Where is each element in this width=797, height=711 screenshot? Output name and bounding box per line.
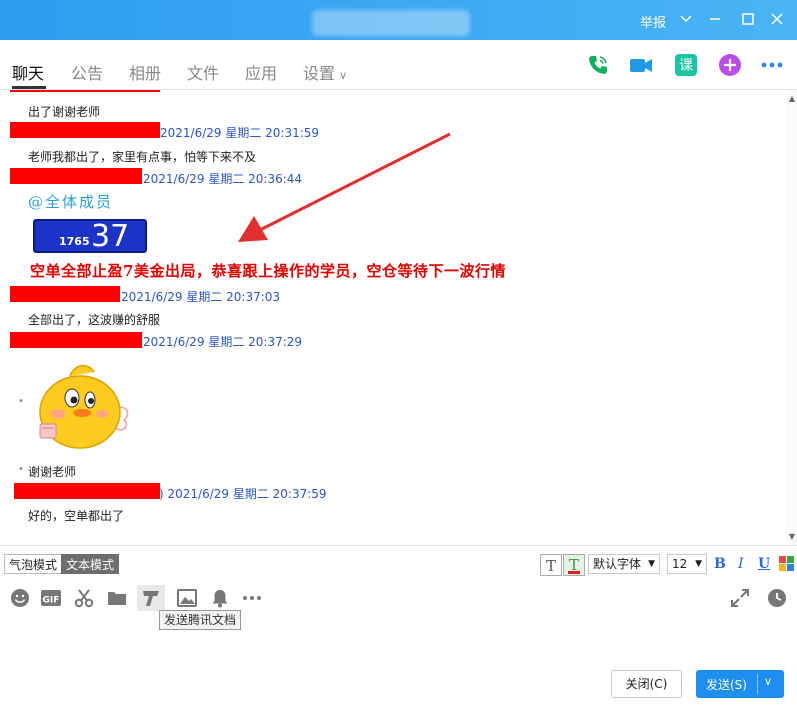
input-toolbar: 气泡模式 文本模式 T T 默认字体 ▼ 12 ▼ B I U xyxy=(0,545,797,579)
chat-message: 老师我都出了，家里有点事，怕等下来不及 xyxy=(28,150,257,164)
bubble-mode-button[interactable]: 气泡模式 xyxy=(4,554,63,574)
chat-message: 好的，空单都出了 xyxy=(28,509,125,523)
svg-text:课: 课 xyxy=(679,58,693,74)
svg-text:T: T xyxy=(546,557,556,575)
window-title-blurred xyxy=(312,10,470,36)
tab-settings-label: 设置 xyxy=(303,64,336,83)
maximize-icon[interactable] xyxy=(737,8,759,30)
minimize-icon[interactable] xyxy=(704,8,726,30)
chevron-down-icon: ∨ xyxy=(339,69,348,82)
redacted-name xyxy=(10,122,160,138)
font-size-select[interactable]: 12 ▼ xyxy=(667,554,707,574)
bell-icon[interactable] xyxy=(209,587,231,609)
svg-text:GIF: GIF xyxy=(43,596,60,606)
redacted-name xyxy=(10,90,160,92)
scroll-down-icon[interactable]: ▼ xyxy=(789,532,795,541)
folder-icon[interactable] xyxy=(106,587,128,609)
price-big-number: 37 xyxy=(91,219,130,254)
redacted-name xyxy=(14,483,160,499)
chevron-down-icon: ▼ xyxy=(695,559,702,569)
more-icon[interactable] xyxy=(759,52,785,78)
send-button[interactable]: 发送(S) ∨ xyxy=(696,670,784,698)
chevron-down-icon[interactable] xyxy=(675,8,697,30)
text-format-icon[interactable]: T xyxy=(540,554,562,576)
chat-scrollbar[interactable]: ▲ ▼ xyxy=(787,90,797,545)
scroll-up-icon[interactable]: ▲ xyxy=(789,94,795,103)
tooltip: 发送腾讯文档 xyxy=(159,610,242,630)
phone-icon[interactable] xyxy=(585,52,611,78)
more-icon[interactable] xyxy=(241,587,263,609)
tab-active-indicator xyxy=(12,86,46,89)
chat-message: 出了谢谢老师 xyxy=(28,105,101,119)
price-image: 1765 37 xyxy=(33,219,147,254)
redacted-name xyxy=(10,286,120,302)
tab-chat[interactable]: 聊天 xyxy=(12,60,44,84)
announcement-text: 空单全部止盈7美金出局，恭喜跟上操作的学员，空仓等待下一波行情 xyxy=(30,262,506,280)
tencent-docs-icon xyxy=(143,591,159,606)
message-timestamp: 2021/6/29 星期二 20:37:29 xyxy=(143,335,303,349)
course-icon[interactable]: 课 xyxy=(673,52,699,78)
message-timestamp: ) 2021/6/29 星期二 20:37:59 xyxy=(159,487,327,501)
tab-apps[interactable]: 应用 xyxy=(245,60,277,84)
tab-announcement[interactable]: 公告 xyxy=(71,60,103,84)
gif-icon[interactable]: GIF xyxy=(40,587,62,609)
underline-button[interactable]: U xyxy=(758,556,770,572)
message-timestamp: 2021/6/29 星期二 20:37:03 xyxy=(121,290,281,304)
message-timestamp-value: 2021/6/29 星期二 20:37:59 xyxy=(167,487,327,501)
tab-files[interactable]: 文件 xyxy=(187,60,219,84)
bullet-dot: • xyxy=(18,396,24,407)
bold-button[interactable]: B xyxy=(714,556,726,572)
history-clock-icon[interactable] xyxy=(766,587,788,609)
tab-bar: 聊天 公告 相册 文件 应用 设置 ∨ 课 xyxy=(0,40,797,90)
redacted-name xyxy=(10,168,142,184)
font-size-value: 12 xyxy=(672,557,688,571)
title-bar: 举报 xyxy=(0,0,797,40)
video-call-icon[interactable] xyxy=(628,52,654,78)
sticker-image xyxy=(30,358,134,452)
expand-icon[interactable] xyxy=(729,587,751,609)
action-toolbar: GIF xyxy=(0,585,797,615)
tab-album[interactable]: 相册 xyxy=(129,60,161,84)
close-icon[interactable] xyxy=(766,8,788,30)
tab-settings[interactable]: 设置 ∨ xyxy=(303,60,347,84)
price-small-number: 1765 xyxy=(59,235,90,248)
scissors-icon[interactable] xyxy=(73,587,95,609)
text-mode-button[interactable]: 文本模式 xyxy=(61,554,120,574)
italic-button[interactable]: I xyxy=(738,556,744,572)
send-divider xyxy=(757,674,758,694)
send-button-label: 发送(S) xyxy=(706,678,747,692)
arrow-annotation-icon xyxy=(238,132,451,242)
close-button[interactable]: 关闭(C) xyxy=(611,670,682,698)
chevron-down-icon[interactable]: ∨ xyxy=(764,675,772,688)
chat-message: 全部出了，这波赚的舒服 xyxy=(28,313,161,327)
emoji-icon[interactable] xyxy=(9,587,31,609)
tencent-docs-button[interactable] xyxy=(137,585,165,611)
mention-all[interactable]: @全体成员 xyxy=(28,191,113,212)
image-icon[interactable] xyxy=(176,587,198,609)
bullet-dot: • xyxy=(18,464,24,475)
chevron-down-icon: ▼ xyxy=(648,559,655,569)
report-button[interactable]: 举报 xyxy=(640,12,666,31)
font-family-select[interactable]: 默认字体 ▼ xyxy=(588,554,660,574)
text-color-icon[interactable]: T xyxy=(563,554,585,576)
redacted-name xyxy=(10,332,142,348)
chat-history[interactable]: 出了谢谢老师 2021/6/29 星期二 20:31:59 老师我都出了，家里有… xyxy=(0,90,797,545)
add-app-icon[interactable] xyxy=(717,52,743,78)
font-family-value: 默认字体 xyxy=(593,557,642,571)
chat-message: 谢谢老师 xyxy=(28,465,77,479)
color-palette-icon[interactable] xyxy=(779,556,795,572)
